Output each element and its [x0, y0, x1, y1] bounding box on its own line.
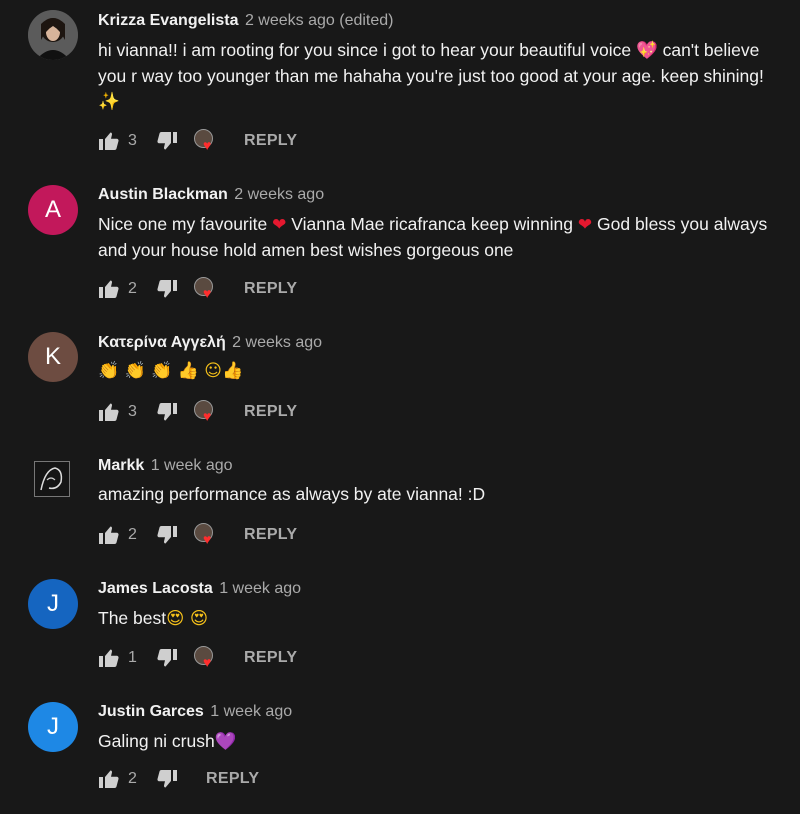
profile-photo-icon — [28, 10, 78, 60]
comment-header: Markk 1 week ago — [98, 457, 233, 475]
like-count: 1 — [128, 649, 137, 666]
like-icon[interactable] — [98, 769, 120, 789]
comment-text: Galing ni crush💜 — [98, 729, 778, 755]
comment-text: amazing performance as always by ate via… — [98, 484, 486, 504]
like-icon[interactable] — [98, 402, 120, 422]
comment-header: Austin Blackman 2 weeks ago — [98, 186, 324, 204]
comment-header: Justin Garces 1 week ago — [98, 703, 292, 721]
creator-heart-icon: ♥ — [192, 400, 216, 424]
comment-actions: 3 ♥ REPLY — [98, 400, 297, 424]
dislike-icon[interactable] — [156, 525, 178, 545]
avatar[interactable]: J — [28, 579, 78, 629]
sparkles-emoji: ✨ — [98, 92, 120, 112]
like-count: 2 — [128, 526, 137, 543]
timestamp[interactable]: 1 week ago — [151, 457, 233, 474]
comment-header: Krizza Evangelista 2 weeks ago (edited) — [98, 12, 393, 30]
author-name[interactable]: Austin Blackman — [98, 186, 228, 203]
dislike-icon[interactable] — [156, 648, 178, 668]
like-icon[interactable] — [98, 279, 120, 299]
dislike-icon[interactable] — [156, 279, 178, 299]
comment-text: hi vianna!! i am rooting for you since i… — [98, 38, 778, 115]
timestamp[interactable]: 2 weeks ago — [234, 186, 324, 203]
like-icon[interactable] — [98, 525, 120, 545]
creator-heart-icon: ♥ — [192, 129, 216, 153]
author-name[interactable]: Markk — [98, 457, 144, 474]
comment-text: The best😍 😍 — [98, 606, 778, 632]
like-count: 3 — [128, 403, 137, 420]
comment-actions: 2 ♥ REPLY — [98, 523, 297, 547]
timestamp[interactable]: 2 weeks ago — [232, 334, 322, 351]
comment-text: Nice one my favourite ❤ Vianna Mae ricaf… — [98, 212, 778, 263]
author-name[interactable]: Κατερίνα Αγγελή — [98, 334, 226, 351]
comment-text-part: hi vianna!! i am rooting for you since i… — [98, 40, 636, 60]
creator-heart-icon: ♥ — [192, 277, 216, 301]
timestamp[interactable]: 2 weeks ago (edited) — [245, 12, 394, 29]
comment-header: James Lacosta 1 week ago — [98, 580, 301, 598]
reply-button[interactable]: REPLY — [244, 132, 297, 150]
comment-text-part: Galing ni crush — [98, 731, 215, 751]
dislike-icon[interactable] — [156, 402, 178, 422]
sketch-avatar-icon — [35, 462, 69, 496]
dislike-icon[interactable] — [156, 131, 178, 151]
comment-actions: 2 REPLY — [98, 767, 259, 791]
comment-actions: 1 ♥ REPLY — [98, 646, 297, 670]
avatar[interactable] — [28, 10, 78, 60]
like-count: 2 — [128, 280, 137, 297]
avatar[interactable]: A — [28, 185, 78, 235]
purple-heart-emoji: 💜 — [214, 732, 237, 752]
avatar[interactable]: J — [28, 702, 78, 752]
red-heart-emoji: ❤ — [272, 215, 287, 235]
red-heart-emoji: ❤ — [577, 215, 593, 235]
avatar[interactable]: K — [28, 332, 78, 382]
reply-button[interactable]: REPLY — [244, 280, 297, 298]
timestamp[interactable]: 1 week ago — [210, 703, 292, 720]
comment-text-part: Nice one my favourite — [98, 214, 273, 234]
comment-actions: 3 ♥ REPLY — [98, 129, 297, 153]
author-name[interactable]: Krizza Evangelista — [98, 12, 239, 29]
heart-eyes-emoji: 😍 😍 — [166, 609, 209, 629]
comment-header: Κατερίνα Αγγελή 2 weeks ago — [98, 334, 322, 352]
dislike-icon[interactable] — [156, 769, 178, 789]
like-icon[interactable] — [98, 648, 120, 668]
reply-button[interactable]: REPLY — [244, 526, 297, 544]
reply-button[interactable]: REPLY — [206, 770, 259, 788]
avatar[interactable] — [34, 461, 70, 497]
author-name[interactable]: Justin Garces — [98, 703, 204, 720]
author-name[interactable]: James Lacosta — [98, 580, 213, 597]
timestamp[interactable]: 1 week ago — [219, 580, 301, 597]
like-count: 2 — [128, 770, 137, 787]
emoji-text: 👏 👏 👏 👍 ☺👍 — [98, 361, 244, 381]
comment-actions: 2 ♥ REPLY — [98, 277, 297, 301]
reply-button[interactable]: REPLY — [244, 649, 297, 667]
creator-heart-icon: ♥ — [192, 646, 216, 670]
comment-text-part: The best — [98, 608, 167, 628]
comment-text-part: Vianna Mae ricafranca keep winning — [286, 214, 578, 234]
reply-button[interactable]: REPLY — [244, 403, 297, 421]
like-icon[interactable] — [98, 131, 120, 151]
sparkling-heart-emoji: 💖 — [635, 41, 658, 61]
like-count: 3 — [128, 132, 137, 149]
creator-heart-icon: ♥ — [192, 523, 216, 547]
